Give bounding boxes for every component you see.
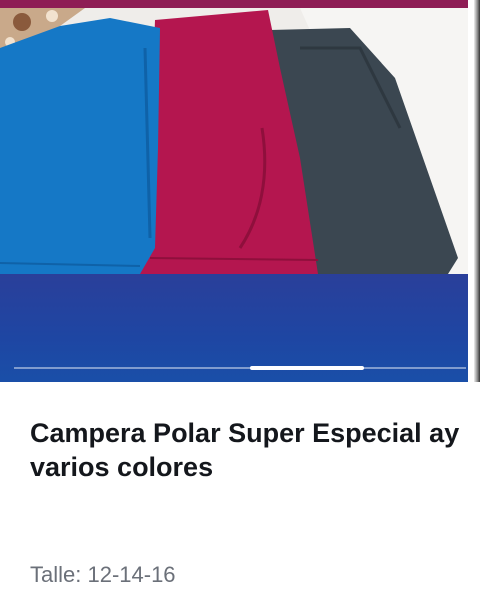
- product-detail-page: Campera Polar Super Especial ay varios c…: [0, 0, 480, 613]
- carousel-indicator-active[interactable]: [250, 366, 364, 370]
- product-title: Campera Polar Super Especial ay varios c…: [30, 418, 460, 482]
- carousel-indicator-track: [14, 367, 466, 369]
- product-photo[interactable]: [0, 8, 468, 274]
- next-image-edge: [474, 0, 480, 382]
- image-carousel[interactable]: [0, 0, 468, 382]
- carousel-band: [0, 274, 468, 382]
- fleece-jackets-illustration: [0, 8, 468, 274]
- product-size-label: Talle: 12-14-16: [30, 562, 176, 587]
- previous-image-edge: [0, 0, 468, 8]
